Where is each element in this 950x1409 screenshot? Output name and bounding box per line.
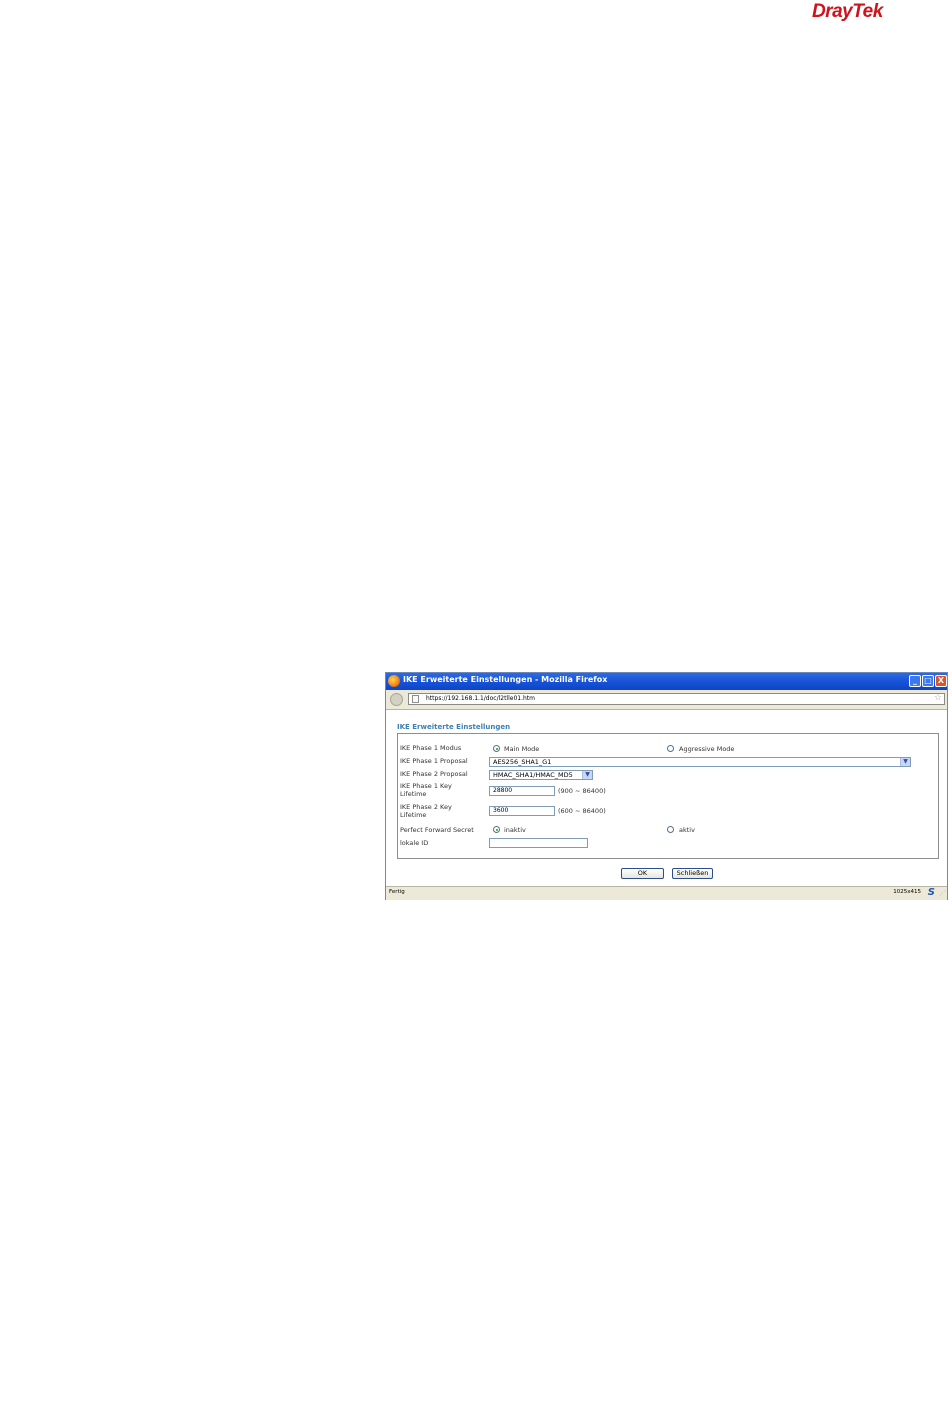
local-id-input[interactable] [489,838,588,848]
page-content: IKE Erweiterte Einstellungen IKE Phase 1… [386,710,947,886]
star-icon[interactable]: ☆ [934,693,942,703]
phase1-proposal-select[interactable]: AES256_SHA1_G1 ▼ [489,757,911,767]
pfs-inaktiv-radio[interactable] [493,826,500,833]
minimize-button[interactable]: _ [909,675,921,687]
url-bar[interactable]: https://192.168.1.1/doc/l2tlle01.htm ☆ [408,693,945,705]
url-text: https://192.168.1.1/doc/l2tlle01.htm [426,695,535,702]
close-window-button[interactable]: X [935,675,947,687]
local-id-label: lokale ID [400,839,429,847]
close-button[interactable]: Schließen [672,868,713,879]
phase2-proposal-value: HMAC_SHA1/HMAC_MD5 [493,771,573,779]
ok-button[interactable]: OK [621,868,664,879]
page-title: IKE Erweiterte Einstellungen [397,723,511,731]
back-icon[interactable] [390,693,403,706]
window-title: IKE Erweiterte Einstellungen - Mozilla F… [403,675,608,684]
pfs-label: Perfect Forward Secret [400,826,474,834]
phase2-lifetime-label: IKE Phase 2 Key Lifetime [400,803,452,819]
phase1-proposal-value: AES256_SHA1_G1 [493,758,552,766]
window-dimensions: 1025x415 [893,889,921,895]
chevron-down-icon[interactable]: ▼ [900,758,910,766]
navigation-bar: https://192.168.1.1/doc/l2tlle01.htm ☆ [386,690,947,710]
addon-s-icon[interactable]: S [928,887,935,898]
aggressive-mode-radio[interactable] [667,745,674,752]
resize-grip-icon[interactable]: ⋰ [939,890,945,897]
pfs-aktiv-label: aktiv [679,826,695,834]
phase1-proposal-label: IKE Phase 1 Proposal [400,757,468,765]
settings-panel: IKE Phase 1 Modus Main Mode Aggressive M… [397,733,939,859]
phase2-proposal-label: IKE Phase 2 Proposal [400,770,468,778]
pfs-inaktiv-label: inaktiv [504,826,526,834]
chevron-down-icon[interactable]: ▼ [582,771,592,779]
main-mode-radio[interactable] [493,745,500,752]
phase1-lifetime-input[interactable]: 28800 [489,786,555,796]
logo-text-dray: Dray [812,1,853,22]
phase2-lifetime-range: (600 ~ 86400) [558,807,606,815]
logo-text-tek: Tek [852,1,883,22]
main-mode-label: Main Mode [504,745,540,753]
status-bar: Fertig 1025x415 S ⋰ [386,886,947,900]
status-text: Fertig [389,889,405,895]
phase1-lifetime-label: IKE Phase 1 Key Lifetime [400,782,452,798]
phase2-lifetime-input[interactable]: 3600 [489,806,555,816]
browser-popup-window: IKE Erweiterte Einstellungen - Mozilla F… [385,672,948,900]
maximize-button[interactable]: □ [922,675,934,687]
page-icon [412,695,419,703]
firefox-icon [388,675,400,687]
phase1-lifetime-range: (900 ~ 86400) [558,787,606,795]
phase2-proposal-select[interactable]: HMAC_SHA1/HMAC_MD5 ▼ [489,770,593,780]
title-bar[interactable]: IKE Erweiterte Einstellungen - Mozilla F… [386,673,947,690]
pfs-aktiv-radio[interactable] [667,826,674,833]
aggressive-mode-label: Aggressive Mode [679,745,735,753]
phase1-mode-label: IKE Phase 1 Modus [400,744,462,752]
draytek-logo: DrayTek [812,1,883,23]
